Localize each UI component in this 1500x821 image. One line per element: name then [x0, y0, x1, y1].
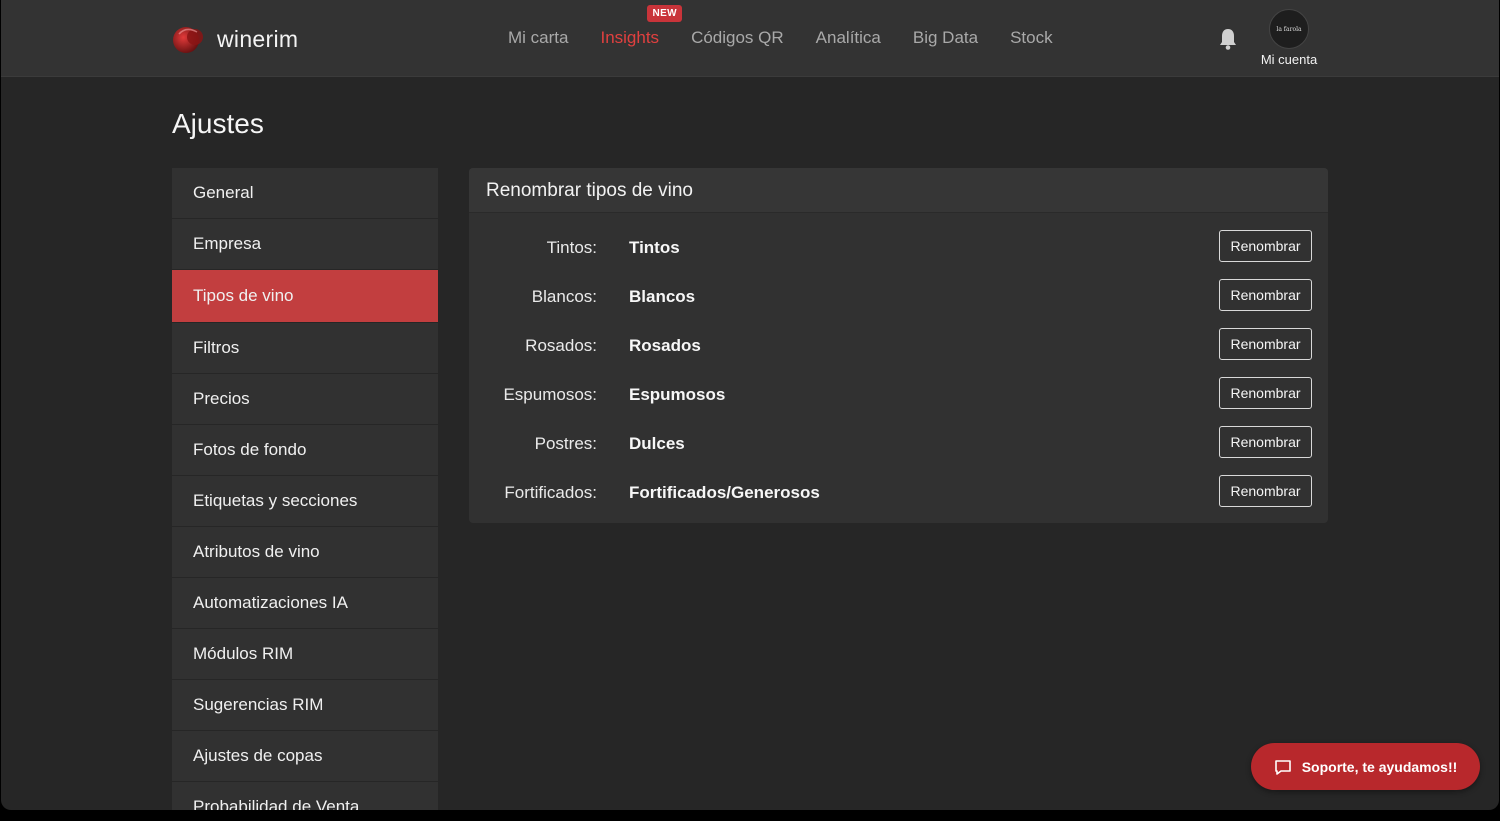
wine-type-label: Blancos: [531, 287, 597, 306]
wine-type-row: Blancos: Blancos Renombrar [469, 279, 1328, 328]
wine-type-row: Rosados: Rosados Renombrar [469, 328, 1328, 377]
rename-button[interactable]: Renombrar [1219, 328, 1312, 360]
wine-type-value: Blancos [629, 287, 696, 306]
sidebar-item-empresa[interactable]: Empresa [172, 219, 438, 269]
wine-type-value: Tintos [629, 238, 680, 257]
sidebar-item-automatizaciones[interactable]: Automatizaciones IA [172, 578, 438, 628]
sidebar-item-modulos-rim[interactable]: Módulos RIM [172, 629, 438, 679]
nav-analitica[interactable]: Analítica [816, 28, 881, 48]
avatar-text: la farola [1276, 25, 1302, 33]
settings-sidebar: General Empresa Tipos de vino Filtros Pr… [172, 168, 438, 810]
account-label: Mi cuenta [1260, 52, 1318, 67]
nav-insights-label: Insights [600, 28, 660, 47]
avatar: la farola [1269, 9, 1309, 49]
panel-title: Renombrar tipos de vino [469, 168, 1328, 213]
wine-type-row: Fortificados: Fortificados/Generosos Ren… [469, 475, 1328, 523]
wine-type-value: Espumosos [629, 385, 726, 404]
rename-button[interactable]: Renombrar [1219, 230, 1312, 262]
new-badge: NEW [647, 5, 682, 22]
rename-wine-types-panel: Renombrar tipos de vino Tintos: Tintos R… [469, 168, 1328, 523]
wine-type-row: Postres: Dulces Renombrar [469, 426, 1328, 475]
wine-type-value: Rosados [629, 336, 701, 355]
wine-type-row: Tintos: Tintos Renombrar [469, 230, 1328, 279]
rename-button[interactable]: Renombrar [1219, 475, 1312, 507]
chat-bubble-icon [1274, 759, 1291, 775]
app-window: winerim Mi carta Insights NEW Códigos QR… [1, 0, 1499, 810]
wine-type-value: Dulces [629, 434, 685, 453]
sidebar-item-sugerencias-rim[interactable]: Sugerencias RIM [172, 680, 438, 730]
rename-button[interactable]: Renombrar [1219, 279, 1312, 311]
page-title: Ajustes [172, 108, 264, 139]
wine-type-label: Postres: [534, 434, 597, 453]
wine-type-label: Espumosos: [503, 385, 597, 404]
sidebar-item-atributos[interactable]: Atributos de vino [172, 527, 438, 577]
sidebar-item-general[interactable]: General [172, 168, 438, 218]
support-chat-button[interactable]: Soporte, te ayudamos!! [1251, 743, 1480, 790]
nav-mi-carta[interactable]: Mi carta [508, 28, 568, 48]
wine-type-label: Tintos: [546, 238, 597, 257]
wine-type-label: Rosados: [525, 336, 597, 355]
winerim-logo-icon [173, 27, 203, 53]
wine-type-row: Espumosos: Espumosos Renombrar [469, 377, 1328, 426]
sidebar-item-precios[interactable]: Precios [172, 374, 438, 424]
sidebar-item-tipos-de-vino[interactable]: Tipos de vino [172, 270, 438, 322]
sidebar-item-fotos-de-fondo[interactable]: Fotos de fondo [172, 425, 438, 475]
nav-codigos-qr[interactable]: Códigos QR [691, 28, 784, 48]
account-menu[interactable]: la farola Mi cuenta [1251, 9, 1327, 67]
rename-button[interactable]: Renombrar [1219, 377, 1312, 409]
sidebar-item-ajustes-copas[interactable]: Ajustes de copas [172, 731, 438, 781]
sidebar-item-etiquetas[interactable]: Etiquetas y secciones [172, 476, 438, 526]
rename-button[interactable]: Renombrar [1219, 426, 1312, 458]
sidebar-item-probabilidad-venta[interactable]: Probabilidad de Venta [172, 782, 438, 810]
app-name: winerim [217, 25, 299, 52]
nav-stock[interactable]: Stock [1010, 28, 1053, 48]
sidebar-item-filtros[interactable]: Filtros [172, 323, 438, 373]
wine-type-value: Fortificados/Generosos [629, 483, 820, 502]
support-label: Soporte, te ayudamos!! [1301, 758, 1458, 775]
nav-insights[interactable]: Insights NEW [600, 5, 682, 48]
main-nav: Mi carta Insights NEW Códigos QR Analíti… [508, 5, 1085, 48]
wine-type-rows: Tintos: Tintos Renombrar Blancos: Blanco… [469, 213, 1328, 523]
bell-icon[interactable] [1217, 27, 1239, 51]
top-header: winerim Mi carta Insights NEW Códigos QR… [1, 0, 1499, 77]
wine-type-label: Fortificados: [504, 483, 597, 502]
nav-big-data[interactable]: Big Data [913, 28, 978, 48]
logo[interactable]: winerim [171, 22, 298, 56]
